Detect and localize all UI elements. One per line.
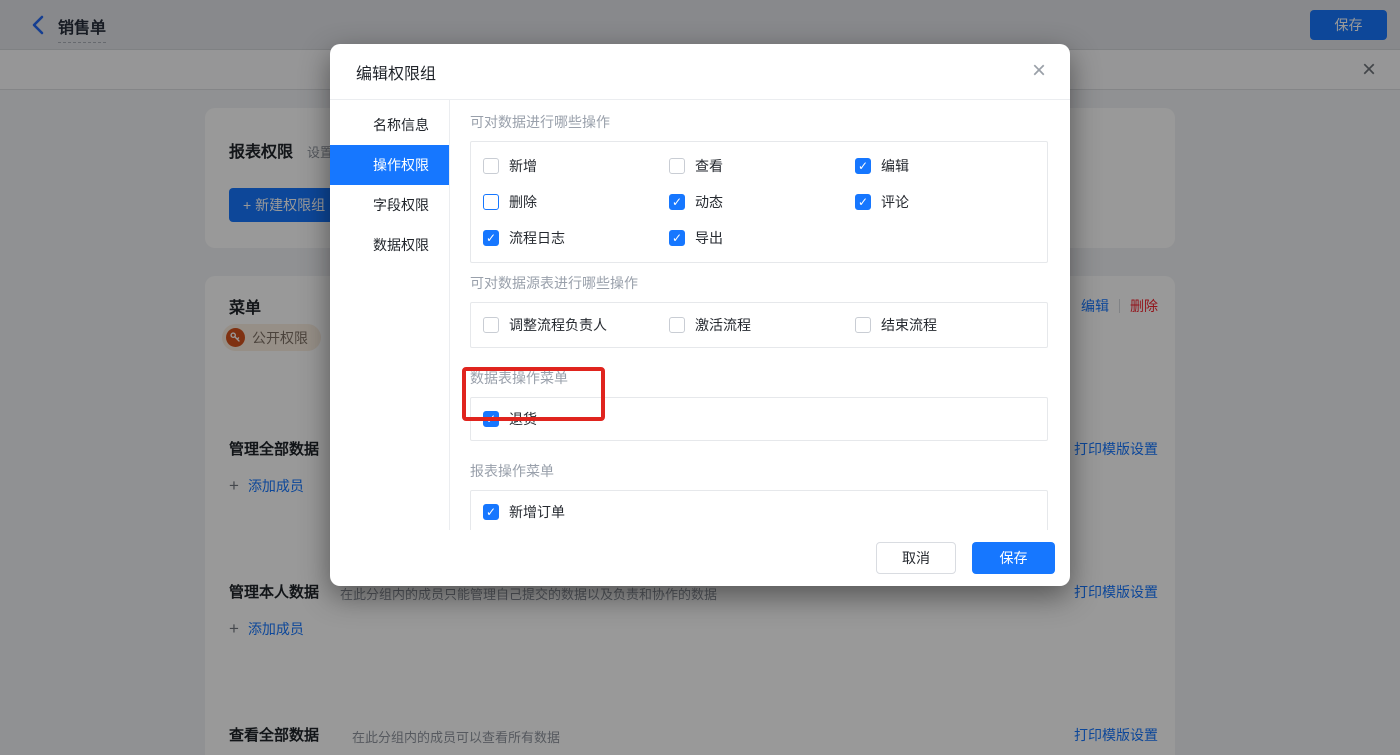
table-action-menu-box: ✓ 退货 — [470, 397, 1048, 441]
edit-checkbox[interactable]: ✓ — [855, 158, 871, 174]
checkbox-comment[interactable]: ✓ 评论 — [855, 184, 1041, 220]
export-checkbox[interactable]: ✓ — [669, 230, 685, 246]
report-action-menu-box: ✓ 新增订单 — [470, 490, 1048, 530]
activate-process-checkbox[interactable]: ✓ — [669, 317, 685, 333]
section-label-datasource-operations: 可对数据源表进行哪些操作 — [470, 275, 638, 291]
checkbox-process-log[interactable]: ✓ 流程日志 — [483, 220, 669, 256]
new-order-checkbox[interactable]: ✓ — [483, 504, 499, 520]
process-log-checkbox[interactable]: ✓ — [483, 230, 499, 246]
save-button[interactable]: 保存 — [972, 542, 1055, 574]
modal-title: 编辑权限组 — [356, 65, 437, 83]
comment-checkbox[interactable]: ✓ — [855, 194, 871, 210]
checkbox-return-goods[interactable]: ✓ 退货 — [483, 409, 537, 429]
modal-close-icon[interactable]: × — [1032, 57, 1046, 85]
delete-checkbox[interactable]: ✓ — [483, 194, 499, 210]
checkbox-activity[interactable]: ✓ 动态 — [669, 184, 855, 220]
checkbox-end-process[interactable]: ✓ 结束流程 — [855, 307, 1041, 343]
tab-data-permission[interactable]: 数据权限 — [330, 225, 449, 265]
modal-tab-column: 名称信息 操作权限 字段权限 数据权限 — [330, 100, 450, 530]
checkbox-export[interactable]: ✓ 导出 — [669, 220, 855, 256]
checkbox-activate-process[interactable]: ✓ 激活流程 — [669, 307, 855, 343]
edit-permission-group-modal: 编辑权限组 × 名称信息 操作权限 字段权限 数据权限 可对数据进行哪些操作 ✓… — [330, 44, 1070, 586]
section-label-report-action-menu: 报表操作菜单 — [470, 463, 554, 479]
return-goods-checkbox[interactable]: ✓ — [483, 411, 499, 427]
view-checkbox[interactable]: ✓ — [669, 158, 685, 174]
data-operations-box: ✓ 新增 ✓ 查看 ✓ 编辑 ✓ 删除 ✓ 动态 — [470, 141, 1048, 263]
modal-header: 编辑权限组 × — [330, 44, 1070, 100]
checkbox-edit[interactable]: ✓ 编辑 — [855, 148, 1041, 184]
activity-checkbox[interactable]: ✓ — [669, 194, 685, 210]
section-label-table-action-menu: 数据表操作菜单 — [470, 370, 568, 386]
checkbox-add[interactable]: ✓ 新增 — [483, 148, 669, 184]
adjust-process-owner-checkbox[interactable]: ✓ — [483, 317, 499, 333]
modal-footer: 取消 保存 — [330, 530, 1070, 586]
datasource-operations-box: ✓ 调整流程负责人 ✓ 激活流程 ✓ 结束流程 — [470, 302, 1048, 348]
cancel-button[interactable]: 取消 — [876, 542, 956, 574]
checkbox-adjust-process-owner[interactable]: ✓ 调整流程负责人 — [483, 307, 669, 343]
checkbox-view[interactable]: ✓ 查看 — [669, 148, 855, 184]
section-label-data-operations: 可对数据进行哪些操作 — [470, 114, 610, 130]
tab-name-info[interactable]: 名称信息 — [330, 105, 449, 145]
modal-content: 可对数据进行哪些操作 ✓ 新增 ✓ 查看 ✓ 编辑 ✓ 删除 — [450, 100, 1070, 530]
add-checkbox[interactable]: ✓ — [483, 158, 499, 174]
checkbox-new-order[interactable]: ✓ 新增订单 — [483, 502, 565, 522]
tab-operation-permission[interactable]: 操作权限 — [330, 145, 449, 185]
checkbox-delete[interactable]: ✓ 删除 — [483, 184, 669, 220]
tab-field-permission[interactable]: 字段权限 — [330, 185, 449, 225]
end-process-checkbox[interactable]: ✓ — [855, 317, 871, 333]
